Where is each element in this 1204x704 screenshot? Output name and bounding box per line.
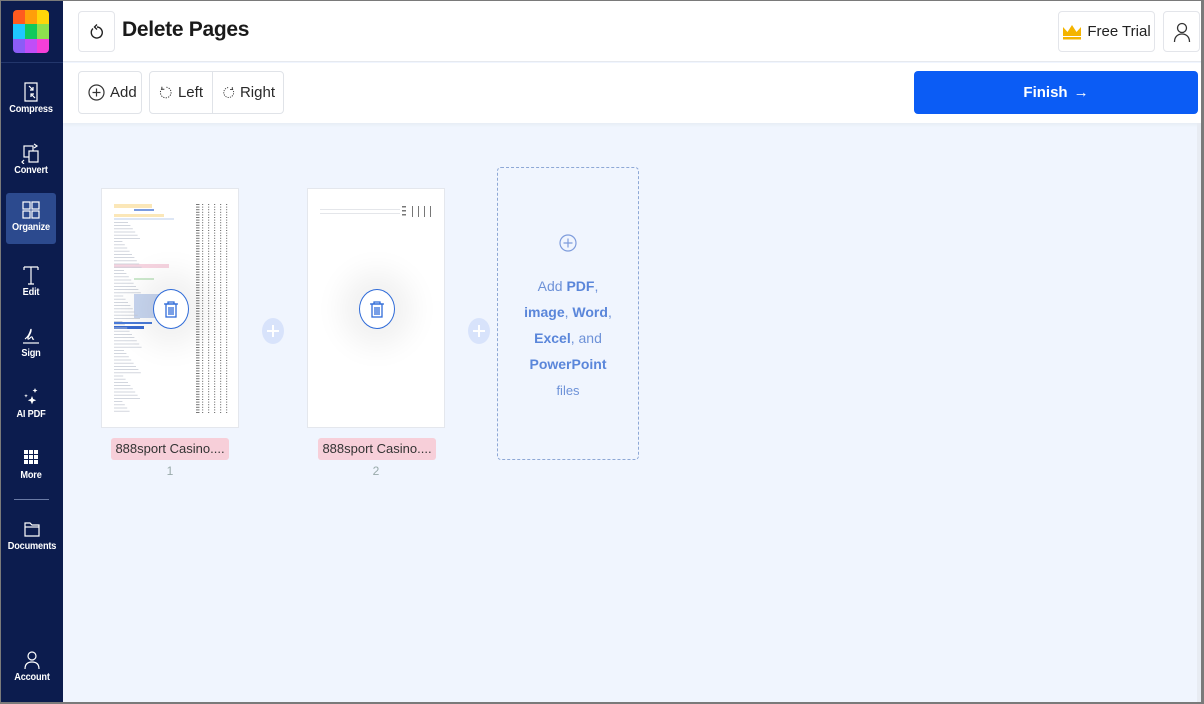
trash-icon bbox=[370, 301, 384, 318]
add-files-dropzone[interactable]: Add PDF, image, Word, Excel, and PowerPo… bbox=[497, 167, 639, 460]
page-number: 2 bbox=[372, 464, 380, 478]
sidebar-item-documents[interactable]: Documents bbox=[1, 512, 63, 562]
toolbar: Add Left Right Finish → bbox=[63, 63, 1201, 123]
finish-button[interactable]: Finish → bbox=[914, 71, 1198, 114]
sidebar-item-label: Account bbox=[14, 672, 50, 683]
plus-circle-icon bbox=[88, 84, 105, 101]
plus-circle-icon bbox=[559, 234, 577, 252]
sidebar-item-compress[interactable]: Compress bbox=[6, 75, 56, 125]
rotate-left-label: Left bbox=[177, 84, 203, 101]
edit-text-icon bbox=[23, 266, 39, 285]
crown-icon bbox=[1063, 24, 1082, 39]
page-thumbnail-card[interactable] bbox=[101, 188, 239, 428]
user-icon bbox=[1173, 22, 1190, 42]
grid-dots-icon bbox=[24, 450, 38, 464]
user-icon bbox=[24, 651, 40, 670]
undo-icon bbox=[90, 23, 103, 39]
page-number: 1 bbox=[166, 464, 174, 478]
sidebar-item-label: AI PDF bbox=[16, 409, 46, 420]
sidebar-item-label: Documents bbox=[7, 541, 57, 552]
page-filename-label: 888sport Casino.... bbox=[318, 438, 436, 460]
arrow-right-icon: → bbox=[1073, 84, 1089, 101]
finish-label: Finish bbox=[1023, 84, 1068, 101]
sparkle-icon bbox=[24, 388, 38, 405]
organize-icon bbox=[22, 201, 40, 219]
undo-button[interactable] bbox=[78, 11, 115, 52]
sidebar-item-more[interactable]: More bbox=[6, 441, 56, 491]
sidebar-divider bbox=[1, 62, 63, 63]
page-thumbnail-card[interactable] bbox=[307, 188, 445, 428]
sidebar-item-label: Organize bbox=[12, 222, 50, 233]
add-file-button[interactable]: Add bbox=[78, 71, 142, 114]
sidebar-divider bbox=[14, 499, 49, 500]
add-label: Add bbox=[110, 84, 137, 101]
rotate-right-icon bbox=[223, 87, 235, 98]
sidebar: Compress Convert Organize Edit Sign AI P… bbox=[1, 1, 63, 702]
app-logo[interactable] bbox=[13, 10, 49, 53]
sidebar-item-label: Edit bbox=[22, 287, 40, 298]
sidebar-item-label: More bbox=[20, 470, 42, 481]
sidebar-item-label: Sign bbox=[21, 348, 41, 359]
user-profile-button[interactable] bbox=[1163, 11, 1200, 52]
rotate-left-icon bbox=[159, 86, 172, 99]
trash-icon bbox=[164, 301, 178, 318]
rotate-button-group: Left Right bbox=[149, 71, 284, 114]
sidebar-item-sign[interactable]: Sign bbox=[6, 319, 56, 369]
compress-icon bbox=[24, 82, 38, 102]
sidebar-item-label: Compress bbox=[9, 104, 53, 115]
insert-page-button[interactable] bbox=[468, 318, 490, 344]
page-title: Delete Pages bbox=[122, 18, 250, 41]
rotate-left-button[interactable]: Left bbox=[150, 72, 212, 113]
delete-page-button[interactable] bbox=[359, 289, 395, 329]
folder-icon bbox=[24, 522, 40, 537]
sidebar-item-convert[interactable]: Convert bbox=[6, 136, 56, 186]
sidebar-item-edit[interactable]: Edit bbox=[6, 258, 56, 308]
sidebar-item-account[interactable]: Account bbox=[1, 643, 63, 693]
page-filename-label: 888sport Casino.... bbox=[111, 438, 229, 460]
dropzone-text: Add PDF, image, Word, Excel, and PowerPo… bbox=[524, 278, 612, 398]
free-trial-label: Free Trial bbox=[1087, 23, 1151, 40]
sidebar-item-label: Convert bbox=[14, 165, 48, 176]
sidebar-item-organize[interactable]: Organize bbox=[6, 193, 56, 244]
free-trial-button[interactable]: Free Trial bbox=[1058, 11, 1155, 52]
plus-icon bbox=[267, 325, 279, 337]
rotate-right-label: Right bbox=[239, 84, 275, 101]
rotate-right-button[interactable]: Right bbox=[212, 72, 284, 113]
signature-icon bbox=[23, 328, 39, 344]
sidebar-item-ai-pdf[interactable]: AI PDF bbox=[6, 380, 56, 430]
app-window: Compress Convert Organize Edit Sign AI P… bbox=[1, 1, 1201, 702]
delete-page-button[interactable] bbox=[153, 289, 189, 329]
plus-icon bbox=[473, 325, 485, 337]
convert-icon bbox=[21, 143, 39, 164]
scrollbar-track[interactable] bbox=[1197, 123, 1201, 702]
insert-page-button[interactable] bbox=[262, 318, 284, 344]
header: Delete Pages Free Trial bbox=[63, 1, 1201, 62]
